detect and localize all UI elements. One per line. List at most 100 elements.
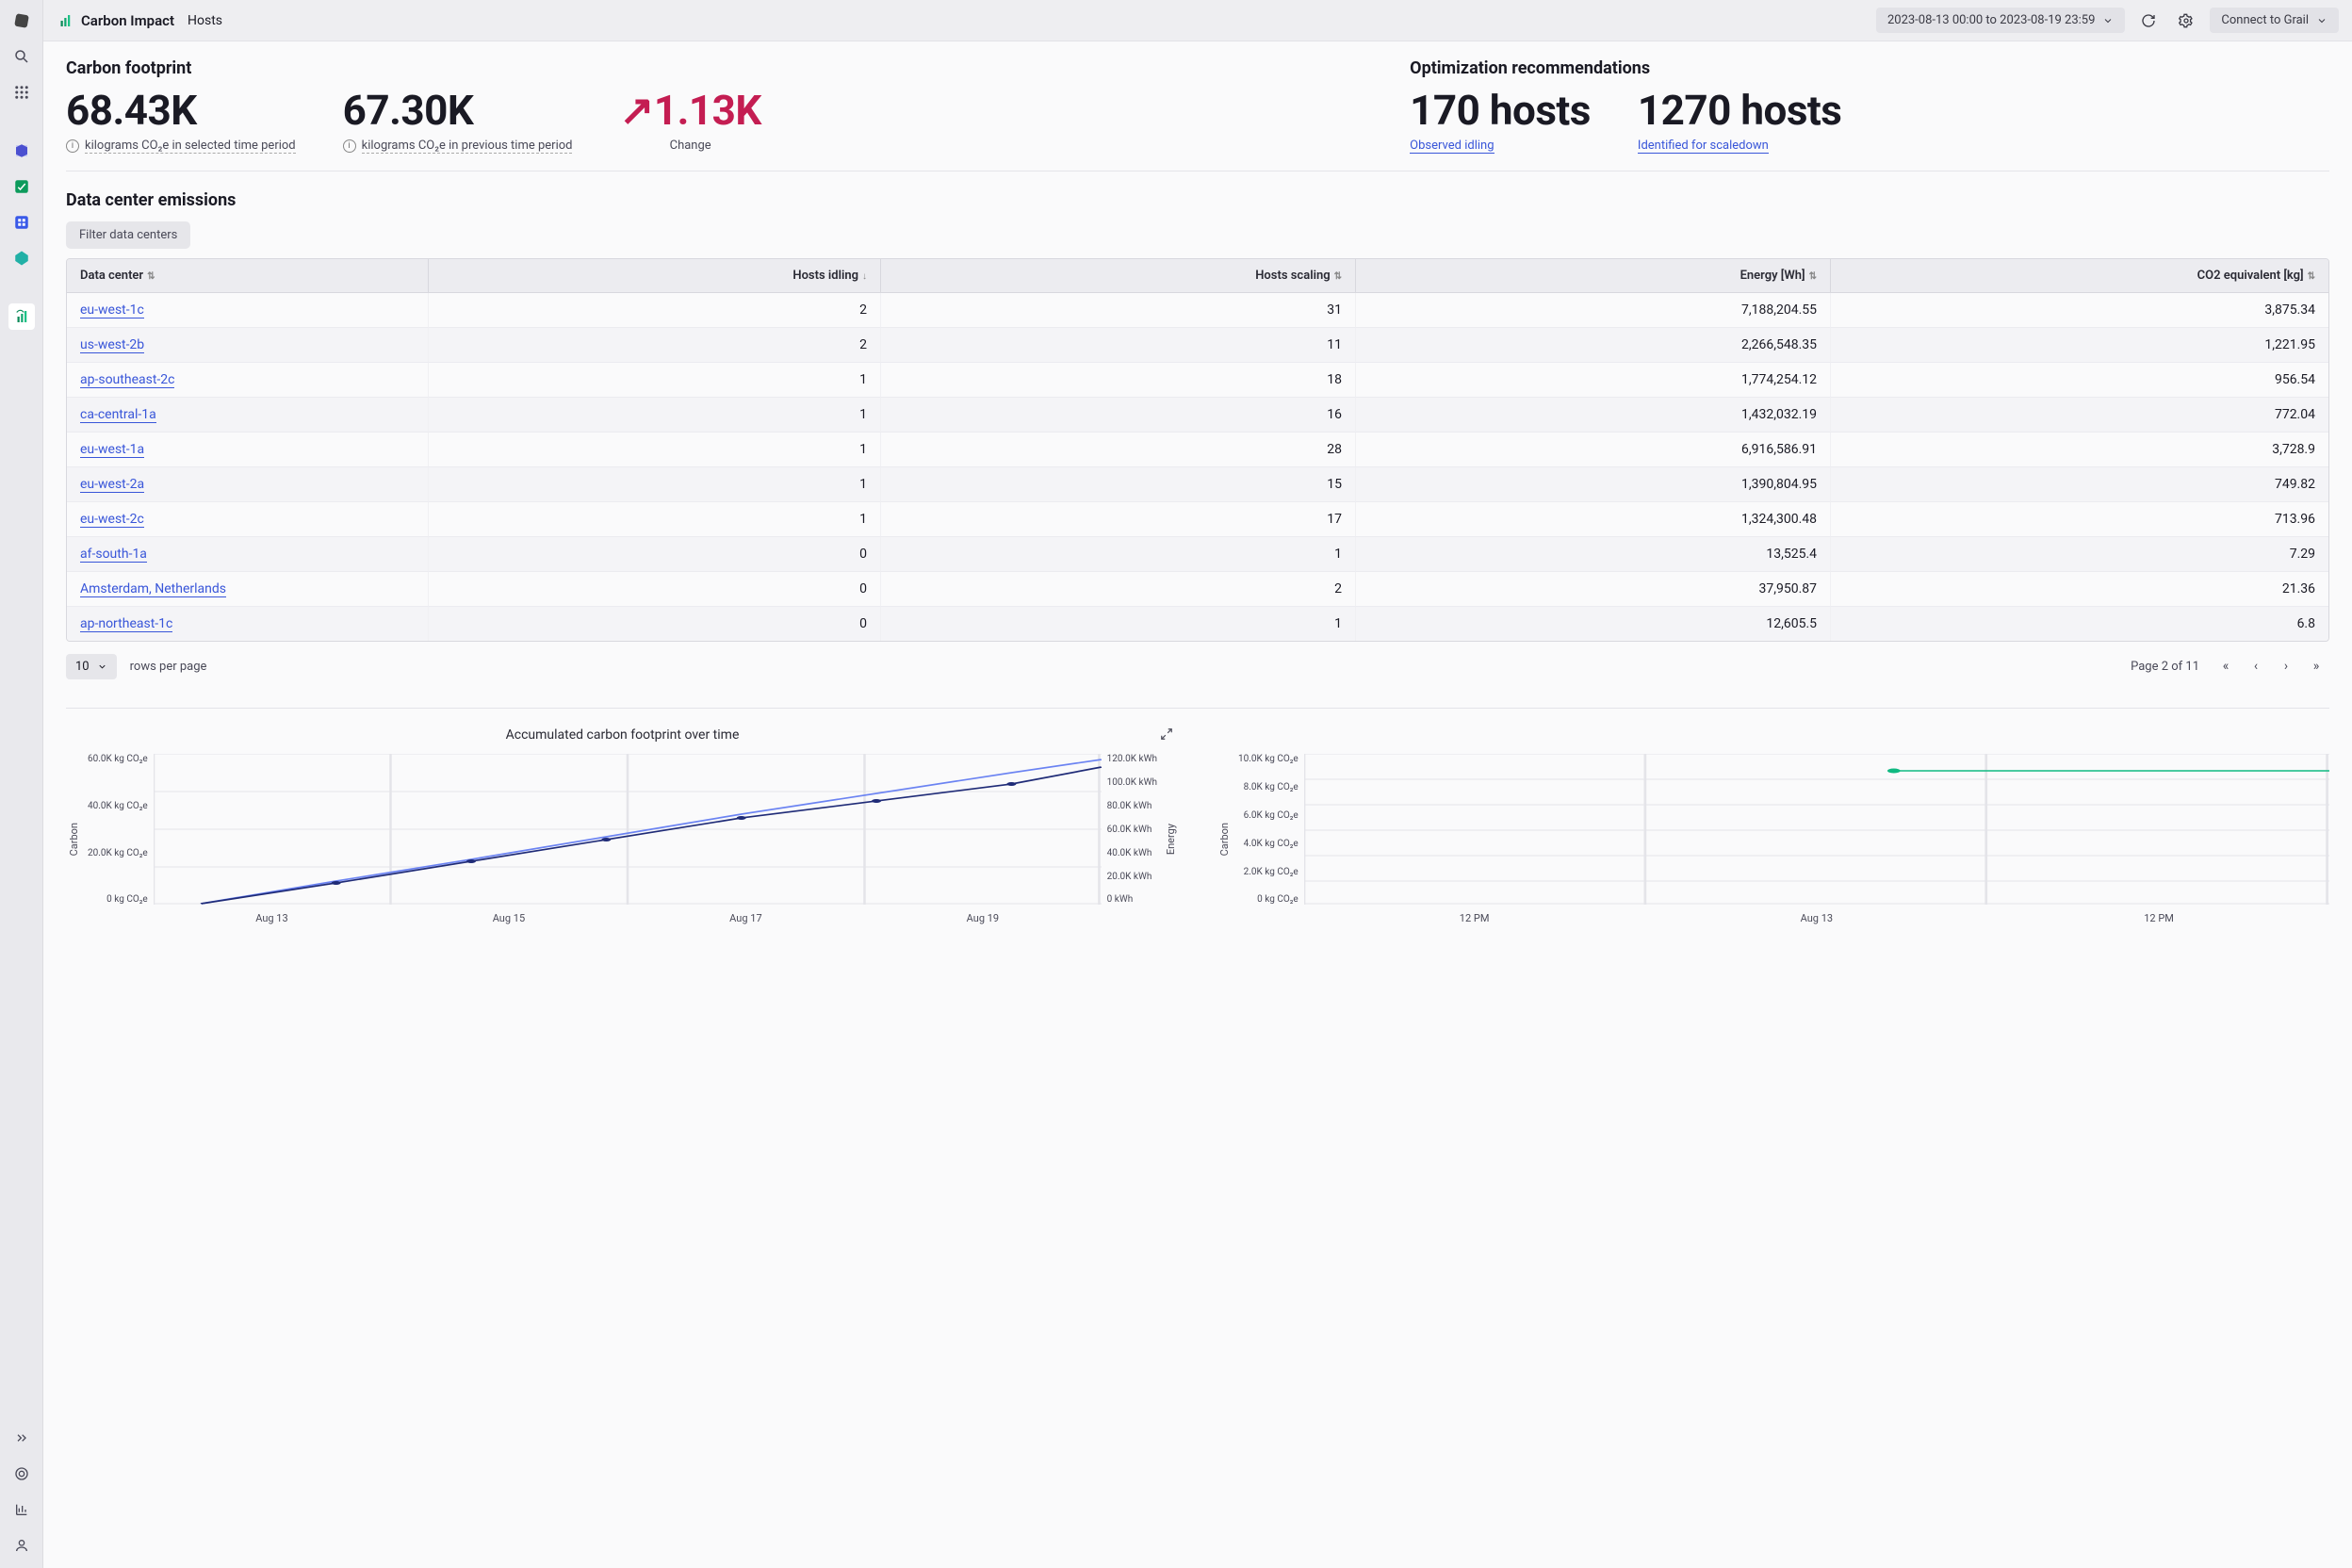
cell-energy: 12,605.5 bbox=[1356, 607, 1831, 641]
cell-co2: 1,221.95 bbox=[1831, 328, 2328, 363]
cell-idling: 1 bbox=[429, 363, 881, 398]
cell-energy: 1,432,032.19 bbox=[1356, 398, 1831, 433]
dc-link[interactable]: ap-northeast-1c bbox=[80, 616, 172, 632]
prev-page-button[interactable]: ‹ bbox=[2243, 653, 2269, 679]
prev-value: 67.30K bbox=[343, 88, 573, 133]
cell-energy: 37,950.87 bbox=[1356, 572, 1831, 607]
rows-per-page-select[interactable]: 10 bbox=[66, 654, 117, 679]
dc-link[interactable]: eu-west-2c bbox=[80, 512, 144, 528]
dc-link[interactable]: eu-west-1a bbox=[80, 442, 144, 458]
chart1-plot[interactable]: Aug 13Aug 15Aug 17Aug 19 bbox=[154, 754, 1102, 924]
cell-idling: 1 bbox=[429, 433, 881, 467]
apps-grid-icon[interactable] bbox=[8, 79, 35, 106]
cell-energy: 13,525.4 bbox=[1356, 537, 1831, 572]
cell-co2: 7.29 bbox=[1831, 537, 2328, 572]
dc-link[interactable]: Amsterdam, Netherlands bbox=[80, 581, 226, 597]
left-sidebar bbox=[0, 0, 43, 1568]
connect-grail-button[interactable]: Connect to Grail bbox=[2210, 8, 2339, 33]
tick-label: Aug 13 bbox=[255, 912, 287, 924]
cell-idling: 1 bbox=[429, 467, 881, 502]
carbon-impact-icon[interactable] bbox=[8, 303, 35, 330]
cell-scaling: 28 bbox=[881, 433, 1356, 467]
sort-icon: ⇅ bbox=[147, 271, 155, 282]
collapse-icon[interactable] bbox=[8, 1425, 35, 1451]
time-range-selector[interactable]: 2023-08-13 00:00 to 2023-08-19 23:59 bbox=[1876, 8, 2125, 33]
cell-co2: 749.82 bbox=[1831, 467, 2328, 502]
carbon-footprint-section: Carbon footprint 68.43K ikilograms CO₂e … bbox=[66, 58, 1353, 154]
nav-item-3-icon[interactable] bbox=[8, 209, 35, 236]
table-row: eu-west-1a1286,916,586.913,728.9 bbox=[67, 433, 2328, 467]
rows-per-page-label: rows per page bbox=[130, 660, 207, 674]
expand-chart-button[interactable] bbox=[1160, 727, 1173, 744]
next-page-button[interactable]: › bbox=[2273, 653, 2299, 679]
col-hosts-idling[interactable]: Hosts idling↓ bbox=[429, 259, 881, 293]
dc-link[interactable]: ca-central-1a bbox=[80, 407, 156, 423]
info-icon[interactable]: i bbox=[66, 139, 79, 153]
scaledown-value: 1270 hosts bbox=[1638, 88, 1841, 133]
cell-idling: 0 bbox=[429, 537, 881, 572]
col-energy[interactable]: Energy [Wh]⇅ bbox=[1356, 259, 1831, 293]
current-sub: kilograms CO₂e in selected time period bbox=[85, 139, 296, 154]
help-icon[interactable] bbox=[8, 1461, 35, 1487]
col-data-center[interactable]: Data center⇅ bbox=[67, 259, 429, 293]
refresh-button[interactable] bbox=[2134, 7, 2163, 35]
dc-link[interactable]: af-south-1a bbox=[80, 547, 147, 563]
tick-label: Aug 13 bbox=[1801, 912, 1833, 924]
col-hosts-scaling[interactable]: Hosts scaling⇅ bbox=[881, 259, 1356, 293]
chevron-down-icon bbox=[2316, 15, 2328, 26]
cell-co2: 956.54 bbox=[1831, 363, 2328, 398]
cell-scaling: 1 bbox=[881, 607, 1356, 641]
app-title: Carbon Impact bbox=[57, 12, 174, 29]
metric-change: ↗1.13K Change bbox=[619, 88, 760, 154]
chart-secondary: Carbon 10.0K kg CO₂e8.0K kg CO₂e6.0K kg … bbox=[1217, 727, 2329, 924]
col-co2[interactable]: CO2 equivalent [kg]⇅ bbox=[1831, 259, 2328, 293]
content-area: Carbon footprint 68.43K ikilograms CO₂e … bbox=[43, 41, 2352, 1568]
sort-icon: ⇅ bbox=[1334, 271, 1342, 282]
chart2-xticks: 12 PMAug 1312 PM bbox=[1304, 912, 2329, 924]
user-icon[interactable] bbox=[8, 1532, 35, 1559]
table-row: ca-central-1a1161,432,032.19772.04 bbox=[67, 398, 2328, 433]
last-page-button[interactable]: » bbox=[2303, 653, 2329, 679]
chart1-ylabel-right: Energy bbox=[1163, 824, 1179, 855]
footprint-title: Carbon footprint bbox=[66, 58, 1353, 78]
chart2-ylabel: Carbon bbox=[1217, 823, 1233, 856]
settings-button[interactable] bbox=[2172, 7, 2200, 35]
chart2-yticks: 10.0K kg CO₂e8.0K kg CO₂e6.0K kg CO₂e4.0… bbox=[1233, 754, 1304, 905]
logo-icon[interactable] bbox=[8, 8, 35, 34]
cell-co2: 6.8 bbox=[1831, 607, 2328, 641]
cell-dc: eu-west-1a bbox=[67, 433, 429, 467]
cell-energy: 1,774,254.12 bbox=[1356, 363, 1831, 398]
metric-current: 68.43K ikilograms CO₂e in selected time … bbox=[66, 88, 296, 154]
scaledown-link[interactable]: Identified for scaledown bbox=[1638, 139, 1769, 154]
dc-link[interactable]: ap-southeast-2c bbox=[80, 372, 174, 388]
observed-idling-link[interactable]: Observed idling bbox=[1410, 139, 1494, 154]
tick-label: 2.0K kg CO₂e bbox=[1238, 867, 1298, 877]
cell-co2: 21.36 bbox=[1831, 572, 2328, 607]
chart-icon[interactable] bbox=[8, 1496, 35, 1523]
filter-data-centers[interactable]: Filter data centers bbox=[66, 221, 190, 249]
first-page-button[interactable]: « bbox=[2213, 653, 2239, 679]
nav-hosts[interactable]: Hosts bbox=[188, 13, 222, 28]
tick-label: 10.0K kg CO₂e bbox=[1238, 754, 1298, 764]
dc-link[interactable]: us-west-2b bbox=[80, 337, 144, 353]
table-footer: 10 rows per page Page 2 of 11 « ‹ › » bbox=[66, 653, 2329, 679]
chart2-plot[interactable]: 12 PMAug 1312 PM bbox=[1304, 754, 2329, 924]
table-row: ap-southeast-2c1181,774,254.12956.54 bbox=[67, 363, 2328, 398]
table-row: af-south-1a0113,525.47.29 bbox=[67, 537, 2328, 572]
cell-co2: 772.04 bbox=[1831, 398, 2328, 433]
nav-item-4-icon[interactable] bbox=[8, 245, 35, 271]
search-icon[interactable] bbox=[8, 43, 35, 70]
change-value: ↗1.13K bbox=[619, 88, 760, 133]
tick-label: 20.0K kWh bbox=[1107, 872, 1157, 882]
nav-item-1-icon[interactable] bbox=[8, 138, 35, 164]
cell-co2: 3,728.9 bbox=[1831, 433, 2328, 467]
cell-idling: 0 bbox=[429, 572, 881, 607]
sort-icon: ⇅ bbox=[1809, 271, 1817, 282]
tick-label: Aug 15 bbox=[493, 912, 525, 924]
dc-link[interactable]: eu-west-1c bbox=[80, 302, 144, 318]
nav-item-2-icon[interactable] bbox=[8, 173, 35, 200]
cell-idling: 1 bbox=[429, 398, 881, 433]
tick-label: 100.0K kWh bbox=[1107, 777, 1157, 788]
dc-link[interactable]: eu-west-2a bbox=[80, 477, 144, 493]
info-icon[interactable]: i bbox=[343, 139, 356, 153]
